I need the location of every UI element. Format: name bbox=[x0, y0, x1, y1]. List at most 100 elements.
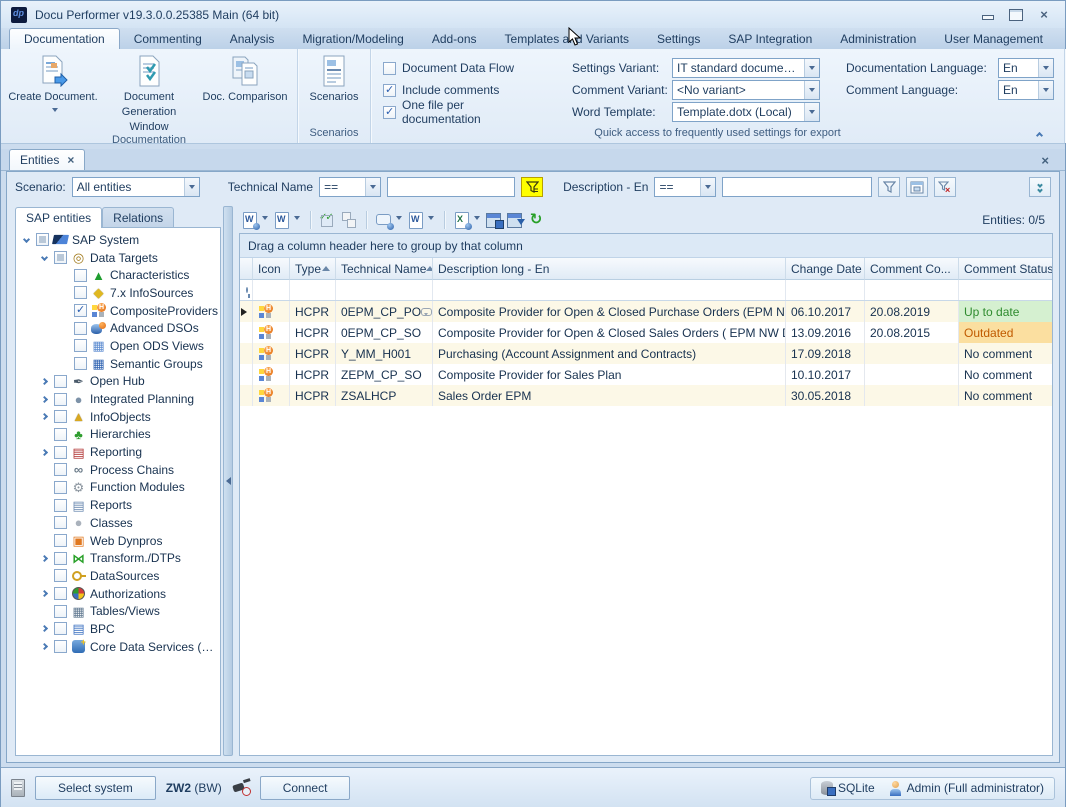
minimize-button[interactable] bbox=[981, 9, 995, 21]
tree-item-semantic-groups[interactable]: ▦ Semantic Groups bbox=[16, 355, 220, 373]
table-row[interactable]: HCPR ZSALHCP Sales Order EPM 30.05.2018 … bbox=[240, 385, 1052, 406]
table-row[interactable]: HCPR Y_MM_H001 Purchasing (Account Assig… bbox=[240, 343, 1052, 364]
tree-item-web-dynpros[interactable]: ▣ Web Dynpros bbox=[16, 532, 220, 550]
tree-item-data-targets[interactable]: ◎ Data Targets bbox=[16, 249, 220, 267]
tab-commenting[interactable]: Commenting bbox=[120, 29, 216, 49]
comment-variant-select[interactable]: <No variant> bbox=[672, 80, 820, 100]
filter-editor-button[interactable] bbox=[906, 177, 928, 197]
tree-item-datasources[interactable]: DataSources bbox=[16, 567, 220, 585]
panel-close-icon[interactable]: × bbox=[1041, 153, 1049, 168]
restore-button[interactable] bbox=[1009, 9, 1023, 21]
tree-item-sap-system[interactable]: SAP System bbox=[16, 231, 220, 249]
tree-checkbox[interactable] bbox=[54, 587, 67, 600]
table-row[interactable]: HCPR 0EPM_CP_SO Composite Provider for O… bbox=[240, 322, 1052, 343]
export-excel-icon[interactable] bbox=[453, 211, 471, 229]
tree-checkbox[interactable] bbox=[54, 393, 67, 406]
export-word-icon[interactable] bbox=[241, 211, 259, 229]
save-grid-layout-icon[interactable] bbox=[485, 211, 503, 229]
open-word-document-icon[interactable] bbox=[273, 211, 291, 229]
ribbon-collapse-button[interactable] bbox=[1037, 127, 1051, 139]
tree-checkbox[interactable] bbox=[54, 569, 67, 582]
description-filter-button[interactable] bbox=[878, 177, 900, 197]
technical-name-filter-input[interactable] bbox=[387, 177, 515, 197]
table-row[interactable]: HCPR 0EPM_CP_PO Composite Provider for O… bbox=[240, 301, 1052, 322]
tree-checkbox[interactable] bbox=[74, 286, 87, 299]
one-file-per-doc-checkbox[interactable]: One file per documentation bbox=[383, 101, 546, 123]
tab-sap-integration[interactable]: SAP Integration bbox=[714, 29, 826, 49]
column-header-description[interactable]: Description long - En bbox=[433, 258, 786, 280]
filter-cell[interactable] bbox=[433, 280, 786, 300]
tree-checkbox[interactable] bbox=[54, 534, 67, 547]
chevron-down-icon[interactable] bbox=[294, 216, 300, 223]
tree-item-reporting[interactable]: ▤ Reporting bbox=[16, 443, 220, 461]
chevron-down-icon[interactable] bbox=[804, 81, 819, 99]
word-template-select[interactable]: Template.dotx (Local) bbox=[672, 102, 820, 122]
tab-user-management[interactable]: User Management bbox=[930, 29, 1057, 49]
tree-checkbox-checked[interactable] bbox=[74, 304, 87, 317]
chevron-down-icon[interactable] bbox=[804, 59, 819, 77]
tree-checkbox[interactable] bbox=[54, 499, 67, 512]
column-header-type[interactable]: Type bbox=[290, 258, 336, 280]
filter-cell[interactable] bbox=[253, 280, 290, 300]
tab-documentation[interactable]: Documentation bbox=[9, 28, 120, 49]
check-all-icon[interactable] bbox=[319, 211, 337, 229]
scenario-select[interactable]: All entities bbox=[72, 177, 200, 197]
filter-options-button[interactable] bbox=[1029, 177, 1051, 197]
load-grid-layout-icon[interactable] bbox=[506, 211, 524, 229]
column-header-icon[interactable]: Icon bbox=[253, 258, 290, 280]
comment-to-word-icon[interactable] bbox=[407, 211, 425, 229]
tree-checkbox[interactable] bbox=[54, 552, 67, 565]
tree-item-integrated-planning[interactable]: ● Integrated Planning bbox=[16, 390, 220, 408]
tree-checkbox-mixed[interactable] bbox=[54, 251, 67, 264]
tab-relations[interactable]: Relations bbox=[102, 207, 174, 228]
chevron-down-icon[interactable] bbox=[428, 216, 434, 223]
tree-item-infoobjects[interactable]: ▲ InfoObjects bbox=[16, 408, 220, 426]
chevron-down-icon[interactable] bbox=[365, 178, 380, 196]
tree-checkbox[interactable] bbox=[74, 269, 87, 282]
technical-name-filter-button[interactable] bbox=[521, 177, 543, 197]
chevron-down-icon[interactable] bbox=[474, 216, 480, 223]
column-header-comment-count[interactable]: Comment Co... bbox=[865, 258, 959, 280]
document-data-flow-checkbox[interactable]: Document Data Flow bbox=[383, 57, 546, 79]
pane-splitter[interactable] bbox=[223, 206, 233, 756]
tree-checkbox[interactable] bbox=[74, 357, 87, 370]
checkbox-checked-icon[interactable] bbox=[383, 106, 396, 119]
chevron-down-icon[interactable] bbox=[262, 216, 268, 223]
chevron-down-icon[interactable] bbox=[804, 103, 819, 121]
clear-filter-button[interactable]: × bbox=[934, 177, 956, 197]
tree-checkbox[interactable] bbox=[54, 410, 67, 423]
create-document-button[interactable]: Create Document. bbox=[5, 51, 101, 118]
document-generation-window-button[interactable]: Document Generation Window bbox=[101, 51, 197, 134]
checkbox-checked-icon[interactable] bbox=[383, 84, 396, 97]
tree-item-composite-providers[interactable]: CompositeProviders bbox=[16, 302, 220, 320]
tree-checkbox-mixed[interactable] bbox=[36, 233, 49, 246]
tree-item-infosources[interactable]: ◆ 7.x InfoSources bbox=[16, 284, 220, 302]
tree-checkbox[interactable] bbox=[54, 428, 67, 441]
add-comment-icon[interactable] bbox=[375, 211, 393, 229]
tab-administration[interactable]: Administration bbox=[826, 29, 930, 49]
filter-cell[interactable] bbox=[336, 280, 433, 300]
tree-checkbox[interactable] bbox=[74, 322, 87, 335]
filter-cell[interactable] bbox=[290, 280, 336, 300]
tab-sap-entities[interactable]: SAP entities bbox=[15, 207, 102, 228]
chevron-down-icon[interactable] bbox=[396, 216, 402, 223]
column-header-change-date[interactable]: Change Date bbox=[786, 258, 865, 280]
select-system-button[interactable]: Select system bbox=[35, 776, 156, 800]
filter-cell[interactable] bbox=[865, 280, 959, 300]
group-by-panel[interactable]: Drag a column header here to group by th… bbox=[240, 234, 1052, 258]
tab-migration-modeling[interactable]: Migration/Modeling bbox=[288, 29, 417, 49]
tab-add-ons[interactable]: Add-ons bbox=[418, 29, 491, 49]
close-button[interactable]: × bbox=[1037, 9, 1051, 21]
tree-item-advanced-dsos[interactable]: Advanced DSOs bbox=[16, 319, 220, 337]
chevron-down-icon[interactable] bbox=[1038, 81, 1053, 99]
tree-item-function-modules[interactable]: ⚙ Function Modules bbox=[16, 479, 220, 497]
tree-item-transformations[interactable]: ⋈ Transform./DTPs bbox=[16, 549, 220, 567]
tree-item-open-ods-views[interactable]: ▦ Open ODS Views bbox=[16, 337, 220, 355]
tab-help[interactable]: Help bbox=[1057, 29, 1066, 49]
chevron-down-icon[interactable] bbox=[700, 178, 715, 196]
tree-item-tables-views[interactable]: ▦ Tables/Views bbox=[16, 602, 220, 620]
chevron-down-icon[interactable] bbox=[184, 178, 199, 196]
tree-checkbox[interactable] bbox=[54, 516, 67, 529]
uncheck-all-icon[interactable] bbox=[340, 211, 358, 229]
table-row[interactable]: HCPR ZEPM_CP_SO Composite Provider for S… bbox=[240, 364, 1052, 385]
